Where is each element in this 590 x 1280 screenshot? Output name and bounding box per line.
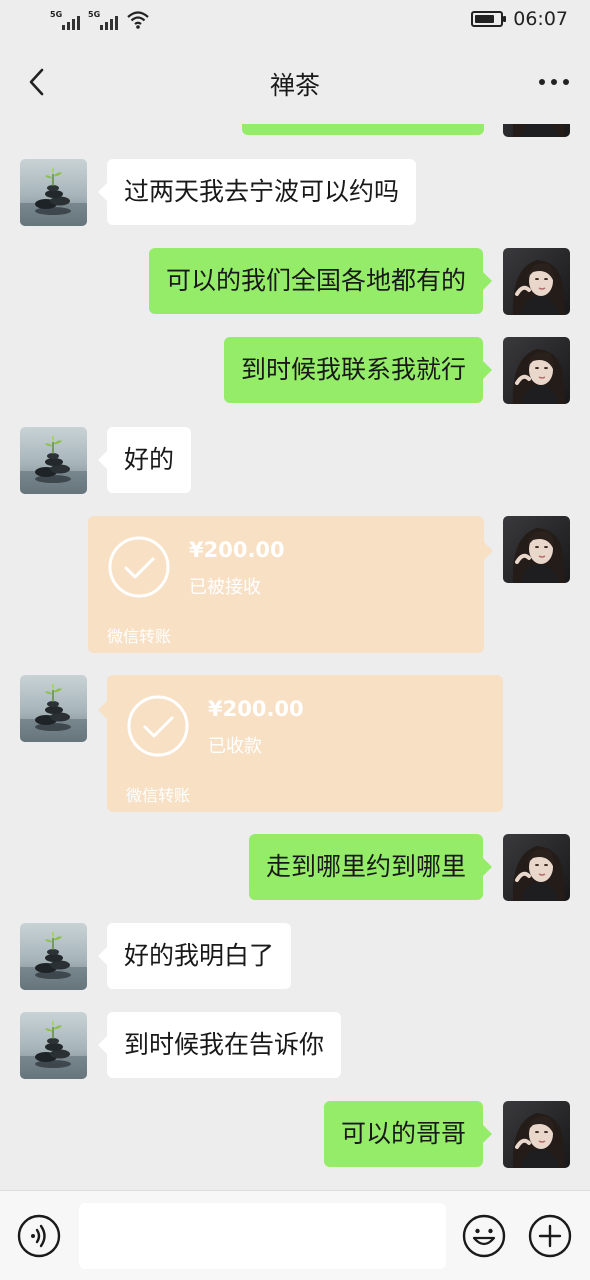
check-circle-icon [127, 695, 189, 757]
chat-title: 禅茶 [269, 71, 320, 100]
contact-avatar[interactable] [20, 1012, 87, 1079]
transfer-amount: ¥200.00 [208, 697, 304, 721]
my-avatar[interactable] [503, 834, 570, 901]
my-avatar[interactable] [503, 1101, 570, 1168]
plus-icon[interactable] [528, 1214, 572, 1258]
transfer-label: 微信转账 [126, 786, 191, 805]
voice-icon[interactable] [17, 1214, 61, 1258]
message-bubble[interactable]: 到时候我联系我就行 [223, 337, 493, 403]
message-bubble[interactable]: 可以的哥哥 [323, 1101, 493, 1167]
chat-header: 禅茶 [0, 42, 590, 124]
avatar [503, 124, 570, 137]
message-bubble[interactable]: 过两天我去宁波可以约吗 [97, 159, 417, 225]
more-dots-icon[interactable] [534, 64, 574, 100]
battery-level [475, 15, 495, 23]
contact-avatar[interactable] [20, 427, 87, 494]
battery-icon [471, 11, 507, 27]
input-bar [0, 1190, 590, 1280]
message-bubble[interactable]: 好的我明白了 [97, 923, 292, 989]
message-bubble[interactable]: 到时候我在告诉你 [97, 1012, 342, 1078]
cellular-signal-icon: 5G [88, 10, 118, 30]
my-avatar[interactable] [503, 516, 570, 583]
transfer-card[interactable]: ¥200.00 已被接收 微信转账 [88, 516, 493, 653]
status-bar: 5G 5G 06:07 [0, 0, 590, 42]
network-type-label: 5G [88, 10, 101, 19]
transfer-label: 微信转账 [107, 627, 172, 646]
network-type-label: 5G [50, 10, 63, 19]
clock: 06:07 [513, 8, 568, 30]
transfer-amount: ¥200.00 [189, 538, 285, 562]
cellular-signal-icon: 5G [50, 10, 80, 30]
wifi-icon [127, 11, 149, 29]
transfer-status: 已被接收 [189, 577, 261, 598]
contact-avatar[interactable] [20, 923, 87, 990]
my-avatar[interactable] [503, 337, 570, 404]
my-avatar[interactable] [503, 248, 570, 315]
message-bubble[interactable]: 好的 [97, 427, 192, 493]
message-bubble[interactable]: 走到哪里约到哪里 [248, 834, 493, 900]
emoji-icon[interactable] [462, 1214, 506, 1258]
message-bubble[interactable]: 可以的我们全国各地都有的 [148, 248, 493, 314]
check-circle-icon [108, 536, 170, 598]
transfer-card[interactable]: ¥200.00 已收款 微信转账 [98, 675, 503, 812]
partial-message-bubble [242, 124, 484, 135]
contact-avatar[interactable] [20, 159, 87, 226]
contact-avatar[interactable] [20, 675, 87, 742]
message-input[interactable] [79, 1203, 446, 1269]
transfer-status: 已收款 [208, 736, 262, 757]
